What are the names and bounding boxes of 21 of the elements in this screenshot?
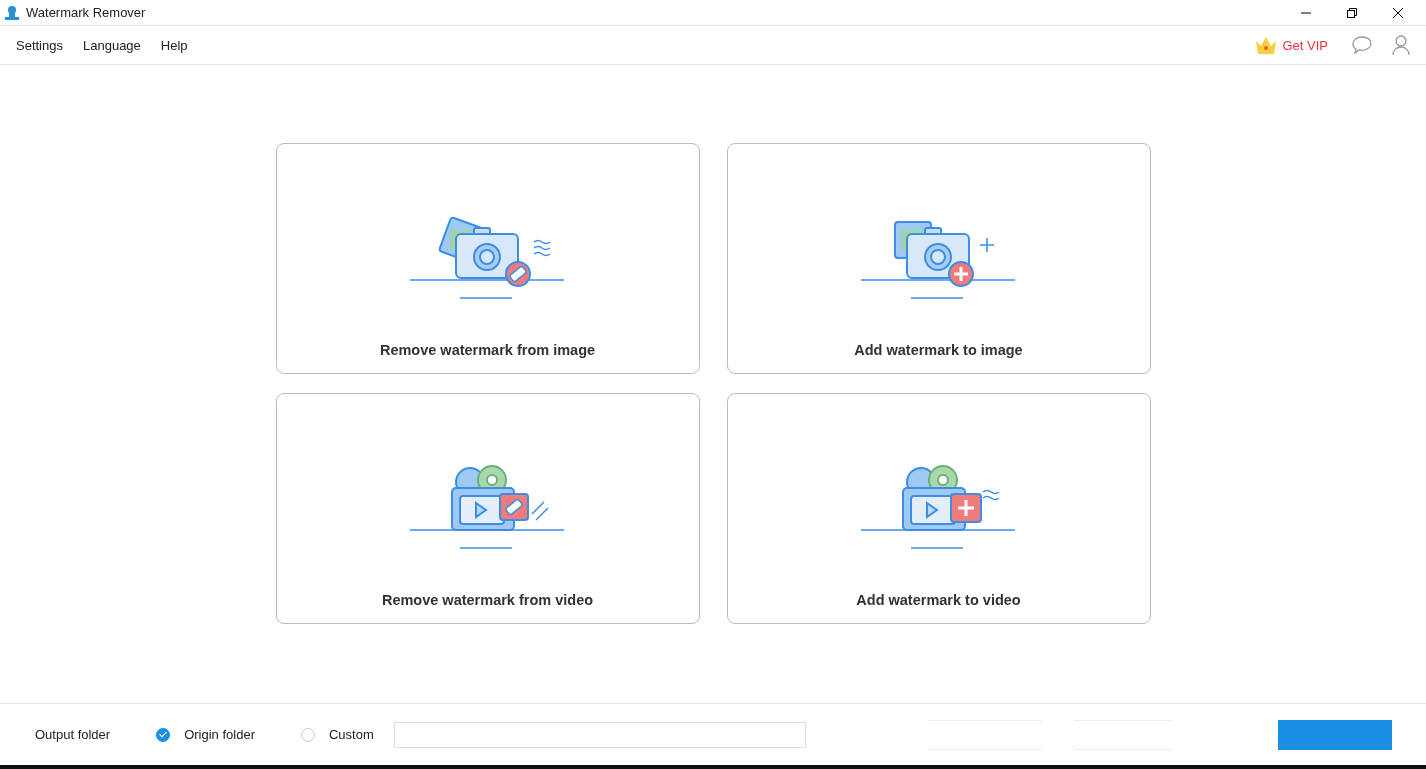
menu-item[interactable]: Help <box>160 37 188 53</box>
app-logo-icon <box>4 4 20 21</box>
start-button[interactable] <box>1278 719 1392 750</box>
chat-icon[interactable] <box>1352 36 1372 54</box>
menu-item[interactable]: Settings <box>16 37 63 53</box>
get-vip-link[interactable]: Get VIP <box>1282 37 1328 53</box>
option-card[interactable]: Remove watermark from video <box>275 393 700 624</box>
radio-label: Custom <box>328 727 374 742</box>
radio-button[interactable] <box>156 727 171 742</box>
option-card[interactable]: Add watermark to video <box>726 393 1151 624</box>
folder-path-field[interactable] <box>393 721 806 748</box>
restore-icon[interactable] <box>1346 6 1358 19</box>
option-card[interactable]: Add watermark to image <box>726 143 1151 374</box>
menu-item[interactable]: Language <box>83 37 141 53</box>
radio-label: Origin folder <box>184 727 255 742</box>
option-card[interactable]: Remove watermark from image <box>275 143 700 374</box>
crown-icon[interactable] <box>1254 35 1279 55</box>
output-folder-label: Output folder <box>35 727 111 742</box>
window-title: Watermark Remover <box>26 5 146 20</box>
user-icon[interactable] <box>1392 35 1410 55</box>
close-icon[interactable] <box>1392 6 1404 19</box>
